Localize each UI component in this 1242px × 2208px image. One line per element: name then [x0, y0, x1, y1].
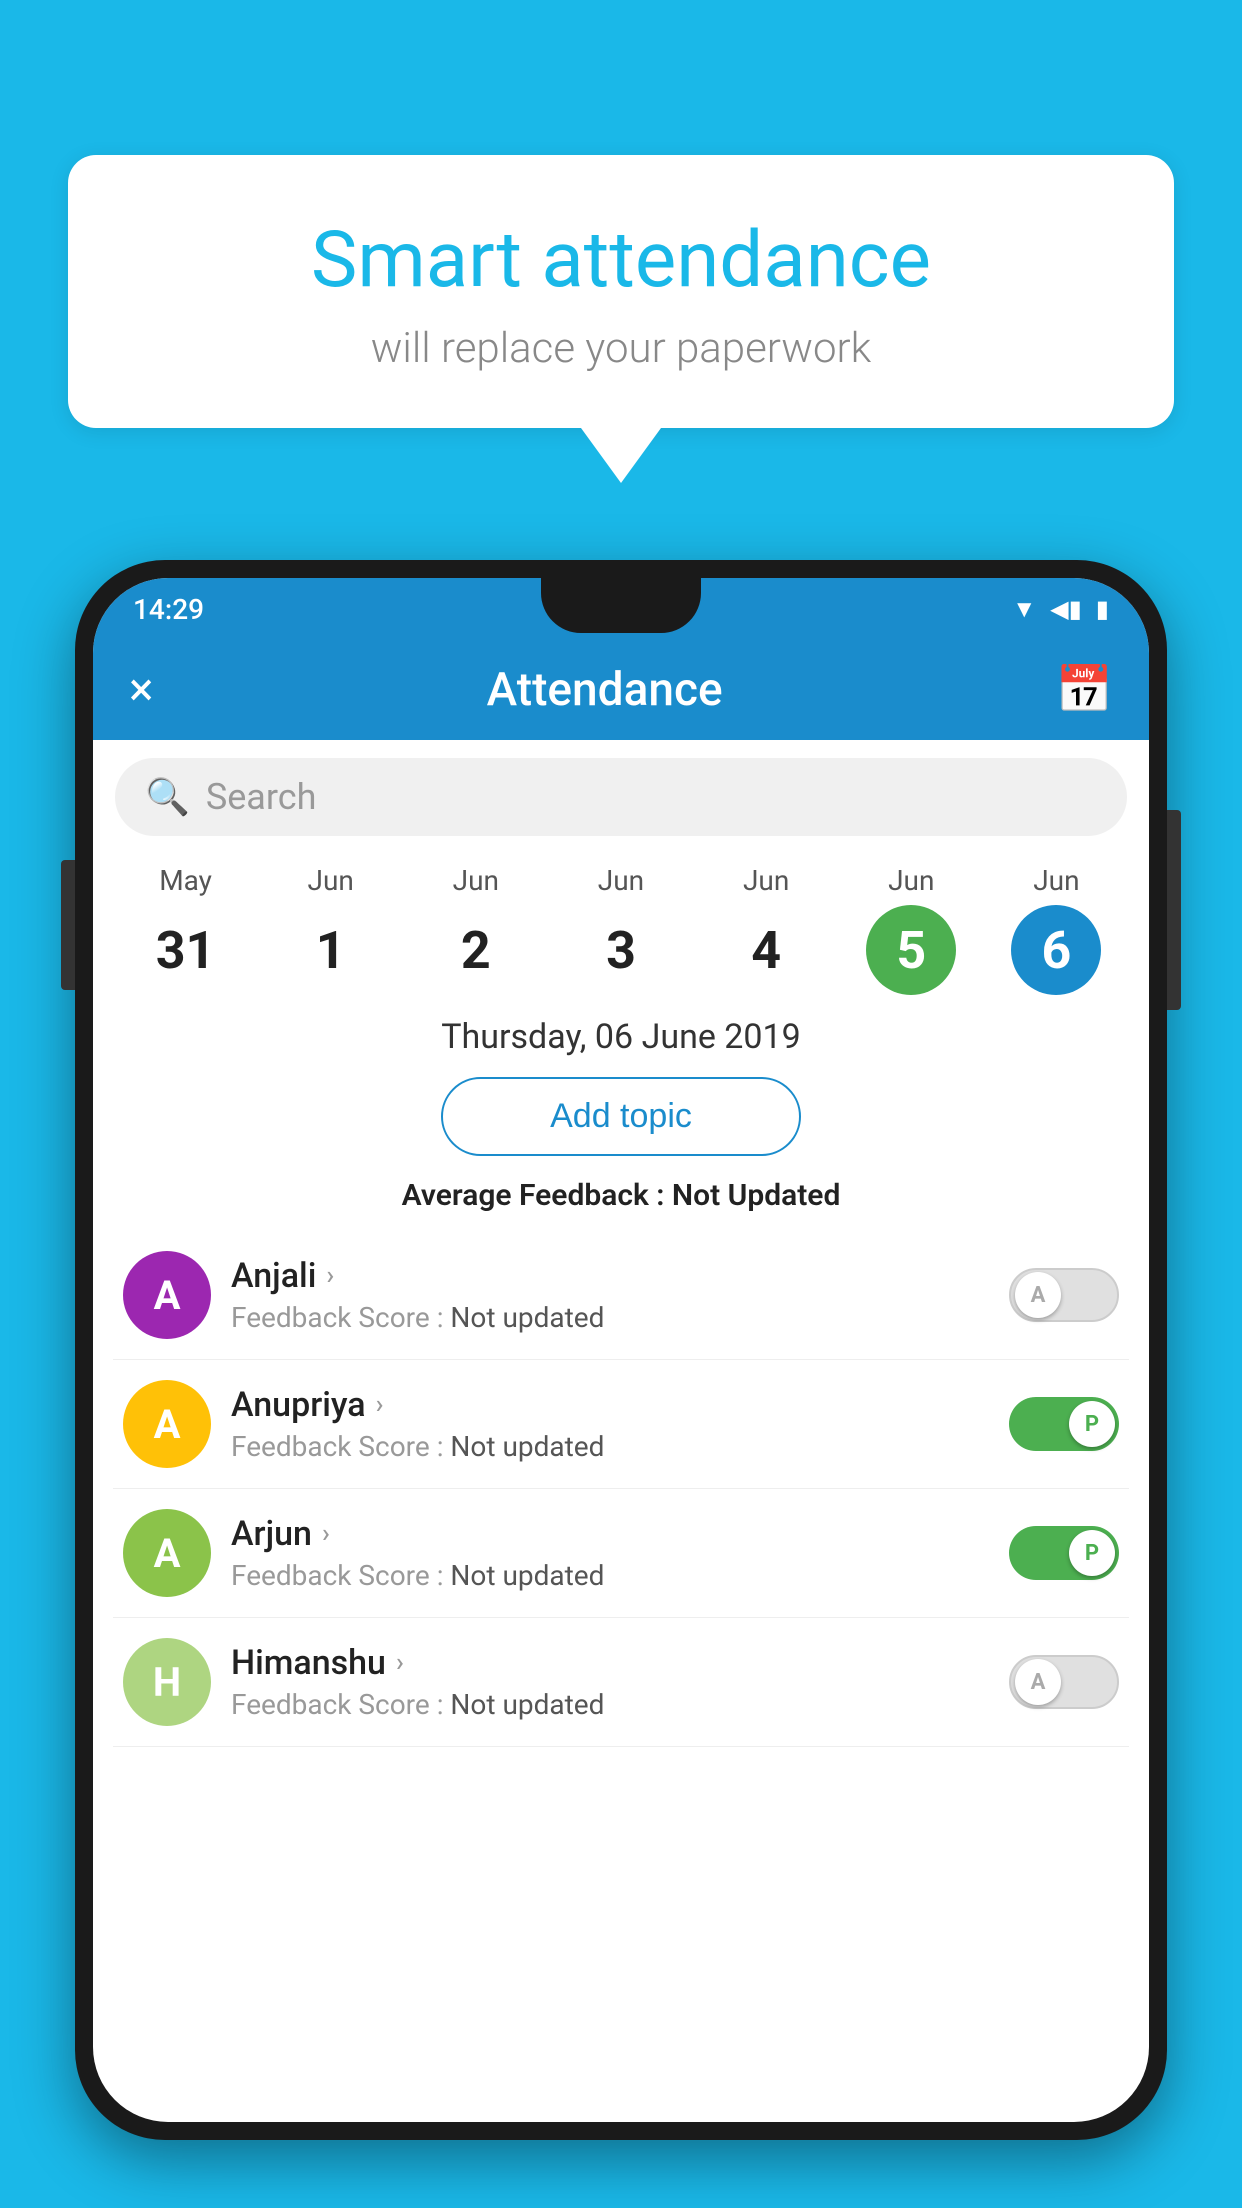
attendance-toggle[interactable]: A [1009, 1268, 1119, 1322]
cal-month-label: Jun [308, 864, 354, 897]
attendance-toggle[interactable]: A [1009, 1655, 1119, 1709]
calendar-day[interactable]: Jun 5 [851, 864, 971, 995]
avg-feedback-label: Average Feedback : [402, 1178, 672, 1213]
cal-month-label: Jun [453, 864, 499, 897]
phone-notch [541, 578, 701, 633]
calendar-day[interactable]: Jun 2 [416, 864, 536, 995]
toggle-switch[interactable]: A [1009, 1655, 1119, 1709]
volume-button [61, 860, 75, 990]
phone-screen: 14:29 ▼ ◀▮ ▮ × Attendance 📅 🔍 Search [93, 578, 1149, 2122]
power-button [1167, 810, 1181, 1010]
phone-frame: 14:29 ▼ ◀▮ ▮ × Attendance 📅 🔍 Search [75, 560, 1167, 2140]
student-feedback: Feedback Score : Not updated [231, 1301, 989, 1334]
cal-date-number[interactable]: 3 [576, 905, 666, 995]
calendar-day[interactable]: Jun 1 [271, 864, 391, 995]
student-info: Anupriya › Feedback Score : Not updated [231, 1385, 989, 1463]
close-button[interactable]: × [129, 663, 154, 717]
search-bar[interactable]: 🔍 Search [115, 758, 1127, 836]
student-feedback: Feedback Score : Not updated [231, 1688, 989, 1721]
chevron-icon: › [322, 1519, 330, 1549]
attendance-toggle[interactable]: P [1009, 1526, 1119, 1580]
signal-icon: ◀▮ [1050, 595, 1082, 623]
cal-month-label: May [159, 864, 212, 897]
status-bar: 14:29 ▼ ◀▮ ▮ [93, 578, 1149, 640]
app-bar: × Attendance 📅 [93, 640, 1149, 740]
toggle-knob: A [1015, 1272, 1061, 1318]
status-icons: ▼ ◀▮ ▮ [1012, 595, 1109, 624]
cal-date-number[interactable]: 5 [866, 905, 956, 995]
cal-date-number[interactable]: 31 [141, 905, 231, 995]
toggle-switch[interactable]: P [1009, 1526, 1119, 1580]
student-avatar: A [123, 1380, 211, 1468]
calendar-button[interactable]: 📅 [1056, 663, 1113, 717]
phone-mockup: 14:29 ▼ ◀▮ ▮ × Attendance 📅 🔍 Search [75, 560, 1167, 2208]
calendar-day[interactable]: Jun 4 [706, 864, 826, 995]
cal-month-label: Jun [598, 864, 644, 897]
calendar-strip: May 31 Jun 1 Jun 2 Jun 3 Jun 4 Jun 5 Jun 6 [93, 854, 1149, 995]
student-avatar: A [123, 1251, 211, 1339]
selected-date-label: Thursday, 06 June 2019 [93, 995, 1149, 1067]
speech-bubble-tail [581, 428, 661, 483]
student-info: Anjali › Feedback Score : Not updated [231, 1256, 989, 1334]
toggle-knob: P [1069, 1530, 1115, 1576]
toggle-knob: A [1015, 1659, 1061, 1705]
app-bar-title: Attendance [487, 663, 723, 717]
student-row[interactable]: A Anupriya › Feedback Score : Not updated P [113, 1360, 1129, 1489]
student-info: Himanshu › Feedback Score : Not updated [231, 1643, 989, 1721]
search-icon: 🔍 [145, 776, 190, 818]
chevron-icon: › [376, 1390, 384, 1420]
cal-month-label: Jun [1033, 864, 1079, 897]
calendar-day[interactable]: May 31 [126, 864, 246, 995]
student-feedback: Feedback Score : Not updated [231, 1559, 989, 1592]
cal-month-label: Jun [743, 864, 789, 897]
cal-date-number[interactable]: 6 [1011, 905, 1101, 995]
cal-date-number[interactable]: 4 [721, 905, 811, 995]
chevron-icon: › [326, 1261, 334, 1291]
cal-date-number[interactable]: 1 [286, 905, 376, 995]
avg-feedback-value: Not Updated [672, 1178, 840, 1213]
attendance-toggle[interactable]: P [1009, 1397, 1119, 1451]
add-topic-button[interactable]: Add topic [441, 1077, 801, 1156]
student-feedback: Feedback Score : Not updated [231, 1430, 989, 1463]
calendar-day[interactable]: Jun 3 [561, 864, 681, 995]
student-row[interactable]: H Himanshu › Feedback Score : Not updated A [113, 1618, 1129, 1747]
student-name[interactable]: Arjun › [231, 1514, 989, 1554]
toggle-switch[interactable]: P [1009, 1397, 1119, 1451]
avg-feedback: Average Feedback : Not Updated [93, 1166, 1149, 1231]
student-row[interactable]: A Arjun › Feedback Score : Not updated P [113, 1489, 1129, 1618]
student-name[interactable]: Himanshu › [231, 1643, 989, 1683]
speech-bubble: Smart attendance will replace your paper… [68, 155, 1174, 428]
wifi-icon: ▼ [1012, 595, 1036, 624]
search-input[interactable]: Search [206, 776, 317, 818]
student-name[interactable]: Anjali › [231, 1256, 989, 1296]
student-name[interactable]: Anupriya › [231, 1385, 989, 1425]
cal-date-number[interactable]: 2 [431, 905, 521, 995]
student-avatar: H [123, 1638, 211, 1726]
app-tagline-subtitle: will replace your paperwork [118, 324, 1124, 373]
calendar-day[interactable]: Jun 6 [996, 864, 1116, 995]
toggle-knob: P [1069, 1401, 1115, 1447]
student-row[interactable]: A Anjali › Feedback Score : Not updated A [113, 1231, 1129, 1360]
status-time: 14:29 [133, 593, 204, 626]
cal-month-label: Jun [888, 864, 934, 897]
chevron-icon: › [396, 1648, 404, 1678]
battery-icon: ▮ [1096, 595, 1109, 623]
student-info: Arjun › Feedback Score : Not updated [231, 1514, 989, 1592]
student-avatar: A [123, 1509, 211, 1597]
student-list: AAnjali ›Feedback Score : Not updatedAAA… [93, 1231, 1149, 1747]
speech-bubble-container: Smart attendance will replace your paper… [68, 155, 1174, 483]
app-tagline-title: Smart attendance [118, 215, 1124, 306]
toggle-switch[interactable]: A [1009, 1268, 1119, 1322]
